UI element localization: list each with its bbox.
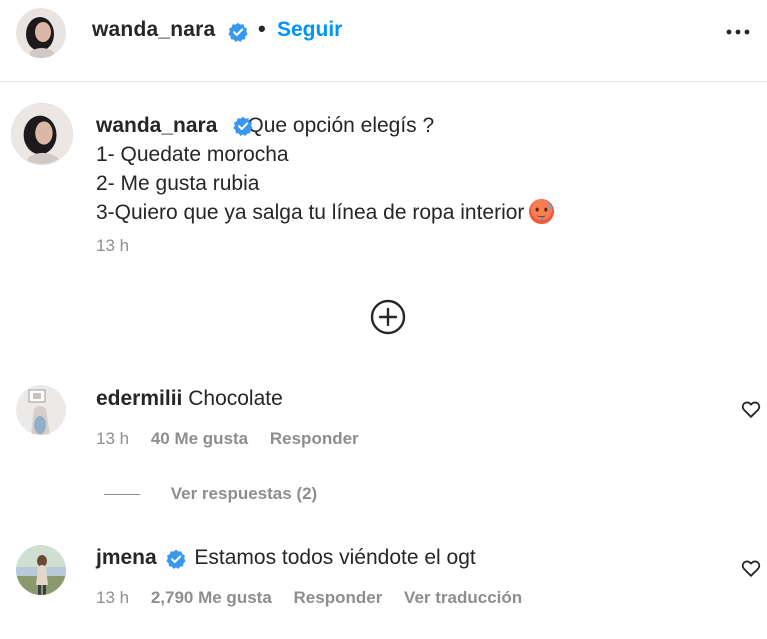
verified-badge-icon [228, 22, 248, 42]
comment-meta: 13 h 2,790 Me gusta Responder Ver traduc… [96, 588, 539, 608]
comment-verified-badge-icon [166, 549, 186, 569]
header-avatar[interactable] [16, 8, 66, 58]
comment-body: jmena Estamos todos viéndote el ogt [96, 546, 476, 570]
comment-timestamp: 13 h [96, 429, 130, 448]
plus-circle-icon[interactable] [370, 299, 406, 335]
comment-text: Chocolate [188, 387, 283, 410]
comment-username[interactable]: jmena [96, 546, 157, 569]
reply-button[interactable]: Responder [270, 429, 359, 448]
caption-avatar[interactable] [11, 103, 73, 165]
reply-button[interactable]: Responder [294, 588, 383, 607]
caption-username[interactable]: wanda_nara [96, 114, 217, 137]
post-header: wanda_nara • Seguir [0, 0, 767, 82]
caption-timestamp: 13 h [96, 236, 130, 255]
comment-timestamp: 13 h [96, 588, 130, 607]
comment-text: Estamos todos viéndote el ogt [194, 546, 476, 569]
caption-first-line: wanda_nara Que opción elegís ? [96, 111, 756, 140]
replies-divider [104, 494, 140, 496]
caption-line-1: Que opción elegís ? [247, 114, 435, 137]
view-replies-button[interactable]: Ver respuestas (2) [104, 484, 317, 504]
comment-likes[interactable]: 2,790 Me gusta [151, 588, 272, 607]
caption-line-4-wrap: 3-Quiero que ya salga tu línea de ropa i… [96, 198, 756, 227]
caption-line-2: 1- Quedate morocha [96, 143, 289, 166]
comment-username[interactable]: edermilii [96, 387, 182, 410]
caption-line-4: 3-Quiero que ya salga tu línea de ropa i… [96, 201, 525, 224]
header-separator: • [258, 16, 266, 41]
header-username[interactable]: wanda_nara [92, 18, 215, 42]
follow-button[interactable]: Seguir [277, 18, 342, 42]
comment-avatar[interactable] [16, 545, 66, 595]
caption-verified-badge-icon [233, 116, 253, 136]
see-translation-button[interactable]: Ver traducción [404, 588, 522, 607]
heart-icon[interactable] [740, 398, 762, 420]
comment-avatar[interactable] [16, 385, 66, 435]
caption-line-3: 2- Me gusta rubia [96, 172, 260, 195]
comment-meta: 13 h 40 Me gusta Responder [96, 429, 376, 449]
comment-body: edermilii Chocolate [96, 387, 283, 411]
caption: wanda_nara Que opción elegís ? 1- Quedate… [96, 111, 756, 227]
more-options-icon[interactable] [722, 16, 754, 48]
comment-likes[interactable]: 40 Me gusta [151, 429, 248, 448]
heart-icon[interactable] [740, 557, 762, 579]
hot-face-emoji [528, 198, 555, 225]
view-replies-label: Ver respuestas (2) [170, 484, 318, 503]
